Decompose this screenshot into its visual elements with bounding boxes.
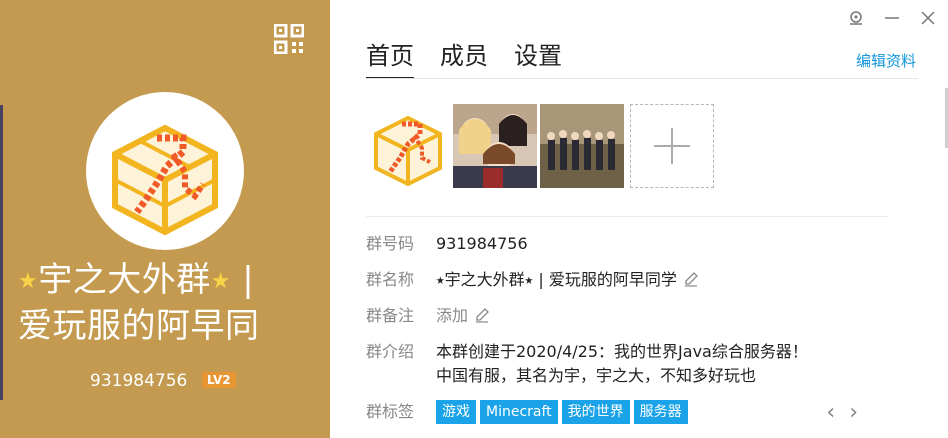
edit-profile-link[interactable]: 编辑资料 bbox=[856, 50, 916, 71]
close-icon[interactable] bbox=[918, 8, 938, 28]
group-note-label: 群备注 bbox=[366, 306, 415, 325]
edit-pencil-icon[interactable] bbox=[683, 271, 699, 287]
tag-minecraft[interactable]: Minecraft bbox=[480, 400, 558, 424]
group-name-label: 群名称 bbox=[366, 270, 415, 289]
tab-members[interactable]: 成员 bbox=[440, 36, 488, 79]
tab-bar: 首页 成员 设置 bbox=[366, 36, 562, 79]
photo-thumb[interactable] bbox=[453, 104, 537, 188]
level-badge: LV2 bbox=[202, 372, 236, 388]
group-intro-value: 本群创建于2020/4/25：我的世界Java综合服务器！ 中国有服，其名为宇，… bbox=[436, 340, 808, 388]
chevron-left-icon[interactable]: ‹ bbox=[826, 400, 835, 425]
group-name: ★宇之大外群★ | 爱玩服的阿早同 bbox=[18, 258, 318, 349]
section-divider bbox=[366, 216, 888, 217]
group-tags-row: 群标签 游戏 Minecraft 我的世界 服务器 bbox=[366, 400, 906, 424]
group-name-text: ⭑宇之大外群⭑ | 爱玩服的阿早同学 bbox=[436, 270, 677, 289]
photo-thumb[interactable] bbox=[540, 104, 624, 188]
window-controls bbox=[846, 8, 938, 28]
star-icon: ★ bbox=[210, 269, 231, 294]
add-note-text[interactable]: 添加 bbox=[436, 306, 468, 325]
group-name-separator: | bbox=[242, 260, 255, 300]
group-id-label: 群号码 bbox=[366, 234, 415, 253]
left-edge-strip bbox=[0, 105, 3, 400]
group-name-row: 群名称 ⭑宇之大外群⭑ | 爱玩服的阿早同学 bbox=[366, 268, 906, 292]
group-name-part2: 爱玩服的阿早同 bbox=[18, 306, 260, 346]
pin-icon[interactable] bbox=[846, 8, 866, 28]
add-photo-button[interactable] bbox=[630, 104, 714, 188]
star-icon: ★ bbox=[18, 269, 39, 294]
tab-home[interactable]: 首页 bbox=[366, 36, 414, 79]
group-intro-line2: 中国有服，其名为宇，宇之大，不知多好玩也 bbox=[436, 366, 757, 385]
tag-my-world[interactable]: 我的世界 bbox=[561, 400, 630, 424]
tab-divider bbox=[366, 78, 918, 79]
tag-server[interactable]: 服务器 bbox=[633, 400, 688, 424]
edit-pencil-icon[interactable] bbox=[474, 307, 490, 323]
group-detail-panel: 首页 成员 设置 编辑资料 群号码 931984756 群名称 ⭑宇之大外群⭑ … bbox=[330, 0, 948, 438]
group-info-list: 群号码 931984756 群名称 ⭑宇之大外群⭑ | 爱玩服的阿早同学 群备注… bbox=[366, 232, 906, 436]
group-note-row: 群备注 添加 bbox=[366, 304, 906, 328]
group-intro-row: 群介绍 本群创建于2020/4/25：我的世界Java综合服务器！ 中国有服，其… bbox=[366, 340, 906, 388]
tag-list: 游戏 Minecraft 我的世界 服务器 bbox=[436, 400, 688, 424]
qr-code-icon[interactable] bbox=[274, 24, 304, 54]
photo-thumb[interactable] bbox=[366, 104, 450, 188]
plus-icon bbox=[654, 128, 690, 164]
group-logo-image bbox=[112, 124, 218, 236]
group-id-text: 931984756 bbox=[90, 371, 188, 391]
tab-settings[interactable]: 设置 bbox=[514, 36, 562, 79]
group-id-value: 931984756 bbox=[436, 234, 528, 253]
tag-scroll-arrows: ‹ › bbox=[826, 400, 858, 425]
chevron-right-icon[interactable]: › bbox=[849, 400, 858, 425]
group-note-value[interactable]: 添加 bbox=[436, 304, 490, 328]
photo-strip bbox=[366, 104, 714, 188]
group-tags-label: 群标签 bbox=[366, 402, 415, 421]
tag-games[interactable]: 游戏 bbox=[436, 400, 476, 424]
minimize-icon[interactable] bbox=[882, 8, 902, 28]
group-profile-panel: ★宇之大外群★ | 爱玩服的阿早同 931984756 LV2 bbox=[0, 0, 330, 438]
group-intro-label: 群介绍 bbox=[366, 342, 415, 361]
group-name-part1: 宇之大外群 bbox=[38, 260, 211, 300]
group-intro-line1: 本群创建于2020/4/25：我的世界Java综合服务器！ bbox=[436, 342, 808, 361]
group-avatar[interactable] bbox=[86, 92, 244, 250]
group-id-row: 群号码 931984756 bbox=[366, 232, 906, 256]
group-name-value: ⭑宇之大外群⭑ | 爱玩服的阿早同学 bbox=[436, 268, 699, 292]
